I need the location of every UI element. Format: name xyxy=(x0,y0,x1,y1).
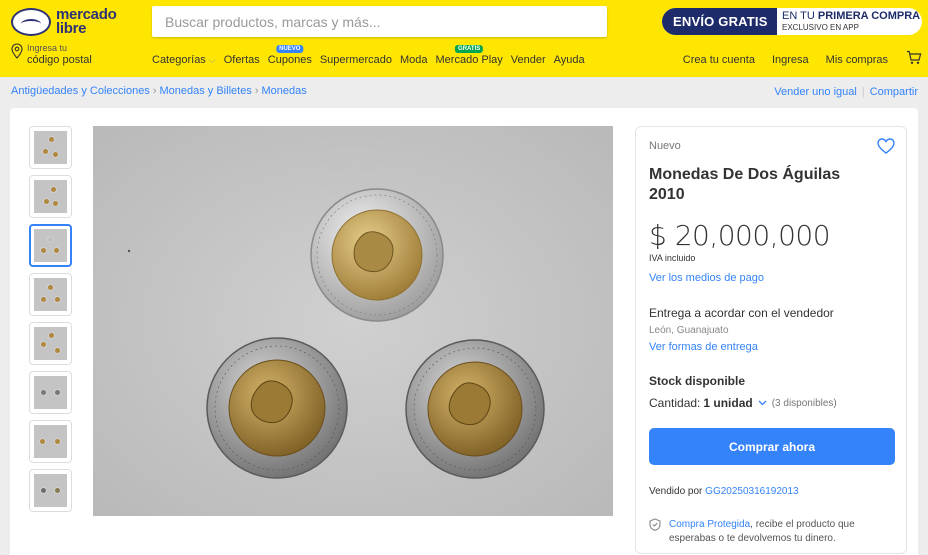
thumbnail-image xyxy=(34,474,67,507)
seller-info: Vendido por GG20250316192013 xyxy=(649,486,893,497)
thumbnail[interactable] xyxy=(29,126,72,169)
thumbnail[interactable] xyxy=(29,175,72,218)
logo-text-line2: libre xyxy=(56,20,87,37)
condition-label: Nuevo xyxy=(649,140,681,152)
seller-prefix: Vendido por xyxy=(649,486,706,497)
product-main-image[interactable] xyxy=(93,126,613,516)
nav-categorias[interactable]: Categorías ⌵ xyxy=(152,54,216,66)
promo-free-shipping-text: ENVÍO GRATIS xyxy=(662,8,777,35)
product-card: Nuevo Monedas De Dos Águilas 2010 $ 20,0… xyxy=(10,108,918,555)
shield-icon xyxy=(649,518,661,531)
shipping-location: León, Guanajuato xyxy=(649,325,729,336)
thumbnail-image xyxy=(34,131,67,164)
breadcrumb: Antigüedades y Colecciones › Monedas y Bil… xyxy=(11,85,307,97)
breadcrumb-actions: Vender uno igual | Compartir xyxy=(774,86,918,98)
quantity-available: (3 disponibles) xyxy=(771,397,837,409)
nav-moda[interactable]: Moda xyxy=(400,54,428,66)
product-price: $ 20,000,000 xyxy=(649,219,831,252)
new-badge: NUEVO xyxy=(276,45,304,53)
coin-bottom-left xyxy=(206,337,348,479)
quantity-selector[interactable]: Cantidad: 1 unidad (3 disponibles) xyxy=(649,396,893,410)
search-input[interactable] xyxy=(152,6,562,37)
nav-supermercado[interactable]: Supermercado xyxy=(320,54,392,66)
promo-first-purchase: PRIMERA COMPRA xyxy=(817,10,921,22)
sell-similar-link[interactable]: Vender uno igual xyxy=(774,86,857,98)
thumbnail-image xyxy=(34,376,67,409)
thumbnail-image xyxy=(34,278,67,311)
main-nav: Categorías ⌵ Ofertas NUEVO Cupones Superm… xyxy=(152,45,593,66)
protection-link[interactable]: Compra Protegida xyxy=(669,519,750,530)
cart-icon xyxy=(907,50,922,64)
location-line1: Ingresa tu xyxy=(27,43,68,53)
product-title: Monedas De Dos Águilas 2010 xyxy=(649,166,841,203)
nav-ayuda[interactable]: Ayuda xyxy=(554,54,585,66)
chevron-down-icon xyxy=(758,400,767,406)
free-badge: GRATIS xyxy=(455,45,484,53)
shipping-options-link[interactable]: Ver formas de entrega xyxy=(649,341,893,353)
nav-my-purchases[interactable]: Mis compras xyxy=(826,54,888,66)
share-link[interactable]: Compartir xyxy=(870,86,918,98)
nav-mercado-play[interactable]: GRATIS Mercado Play xyxy=(436,45,503,66)
thumbnail-image xyxy=(34,180,67,213)
free-shipping-banner[interactable]: ENVÍO GRATIS EN TU PRIMERA COMPRA EXCLUS… xyxy=(662,8,922,35)
tax-note: IVA incluido xyxy=(649,253,696,263)
promo-prefix: EN TU xyxy=(782,10,818,22)
action-divider: | xyxy=(861,86,865,98)
thumbnail-image xyxy=(34,229,67,262)
thumbnail[interactable] xyxy=(29,322,72,365)
breadcrumb-separator: › xyxy=(254,85,259,97)
breadcrumb-item[interactable]: Antigüedades y Colecciones xyxy=(11,85,150,97)
location-line2: código postal xyxy=(27,54,92,66)
location-selector[interactable]: Ingresa tu código postal xyxy=(11,43,92,68)
nav-ofertas[interactable]: Ofertas xyxy=(224,54,260,66)
seller-name-link[interactable]: GG20250316192013 xyxy=(705,486,798,497)
nav-login[interactable]: Ingresa xyxy=(772,54,809,66)
thumbnail-image xyxy=(34,425,67,458)
quantity-value: 1 unidad xyxy=(703,396,753,410)
coin-bottom-right xyxy=(405,339,545,479)
mercadolibre-logo[interactable]: mercado libre xyxy=(11,6,119,38)
stock-label: Stock disponible xyxy=(649,374,746,388)
buy-now-button[interactable]: Comprar ahora xyxy=(649,428,895,465)
quantity-label: Cantidad: xyxy=(649,396,701,410)
search-bar xyxy=(152,6,749,37)
header: mercado libre ENVÍO GRATIS EN TU PRIMERA… xyxy=(0,0,928,77)
thumbnail[interactable] xyxy=(29,371,72,414)
thumbnail[interactable] xyxy=(29,273,72,316)
purchase-panel: Nuevo Monedas De Dos Águilas 2010 $ 20,0… xyxy=(635,126,907,554)
payment-methods-link[interactable]: Ver los medios de pago xyxy=(649,272,893,284)
breadcrumb-item[interactable]: Monedas y Billetes xyxy=(159,85,251,97)
promo-app-exclusive: EXCLUSIVO EN APP xyxy=(782,23,859,32)
shipping-title: Entrega a acordar con el vendedor xyxy=(649,306,834,320)
thumbnail[interactable] xyxy=(29,420,72,463)
cart-button[interactable] xyxy=(906,50,922,70)
nav-vender[interactable]: Vender xyxy=(511,54,546,66)
chevron-down-icon: ⌵ xyxy=(208,55,216,65)
purchase-protection: Compra Protegida, recibe el producto que… xyxy=(649,518,893,546)
thumbnail-active[interactable] xyxy=(29,224,72,267)
favorite-button[interactable] xyxy=(877,138,895,159)
coins-photo xyxy=(93,126,613,516)
location-pin-icon xyxy=(11,43,23,59)
breadcrumb-separator: › xyxy=(152,85,157,97)
nav-cupones[interactable]: NUEVO Cupones xyxy=(268,45,312,66)
breadcrumb-item[interactable]: Monedas xyxy=(261,85,306,97)
handshake-logo-icon xyxy=(11,8,51,36)
thumbnail-image xyxy=(34,327,67,360)
thumbnail[interactable] xyxy=(29,469,72,512)
account-nav: Crea tu cuenta Ingresa Mis compras xyxy=(666,54,888,66)
nav-create-account[interactable]: Crea tu cuenta xyxy=(683,54,755,66)
coin-top xyxy=(310,188,444,322)
heart-icon xyxy=(877,138,895,154)
